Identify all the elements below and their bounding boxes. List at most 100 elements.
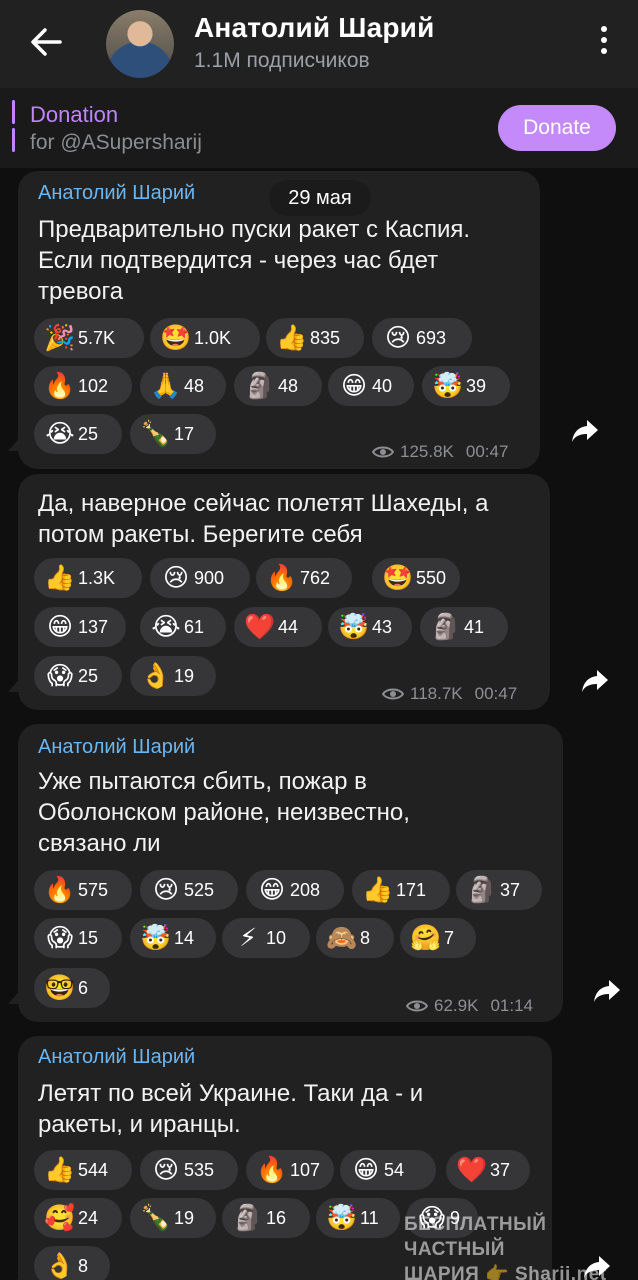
message-author[interactable]: Анатолий Шарий	[38, 736, 195, 759]
forward-share-icon[interactable]	[592, 978, 622, 1004]
reaction-chip[interactable]: 😢 525	[140, 870, 238, 910]
reaction-chip[interactable]: 🤩 1.0K	[150, 318, 260, 358]
view-count: 118.7K	[410, 684, 463, 703]
reaction-emoji-icon: 🤩	[382, 563, 414, 592]
reaction-count: 208	[290, 879, 321, 900]
pinned-subtitle: for @ASupersharij	[30, 131, 202, 154]
back-arrow-icon[interactable]	[28, 24, 64, 60]
reaction-count: 61	[184, 616, 205, 637]
reaction-emoji-icon: 😢	[152, 1155, 180, 1184]
message-text-line: Если подтвердится - через час бдет	[38, 247, 439, 274]
reaction-emoji-icon: 🙏	[150, 371, 182, 400]
reaction-chip[interactable]: 🗿 48	[234, 366, 322, 406]
reaction-chip[interactable]: 😁 137	[34, 607, 126, 647]
reaction-chip[interactable]: 👌 8	[34, 1246, 110, 1280]
reaction-chip[interactable]: 🗿 41	[420, 607, 508, 647]
message-time: 00:47	[474, 684, 518, 703]
message-author[interactable]: Анатолий Шарий	[38, 182, 195, 205]
reaction-chip[interactable]: 🗿 37	[456, 870, 542, 910]
reaction-chip[interactable]: 😢 693	[372, 318, 472, 358]
reaction-chip[interactable]: 😢 900	[150, 558, 250, 598]
reaction-chip[interactable]: 🤯 14	[130, 918, 216, 958]
reaction-count: 15	[78, 927, 99, 948]
more-menu-icon[interactable]	[600, 26, 608, 58]
reaction-chip[interactable]: 😭 61	[140, 607, 226, 647]
reaction-count: 7	[444, 927, 455, 948]
message-meta: 62.9K 01:14	[406, 996, 533, 1016]
reaction-chip[interactable]: 😱 15	[34, 918, 122, 958]
message-text-line: Оболонском районе, неизвестно,	[38, 799, 410, 826]
reaction-chip[interactable]: ❤️ 44	[234, 607, 322, 647]
reaction-count: 48	[278, 375, 299, 396]
reaction-emoji-icon: 🍾	[140, 419, 172, 448]
reaction-chip[interactable]: ⚡ 10	[222, 918, 310, 958]
views-eye-icon	[406, 1000, 428, 1012]
reaction-chip[interactable]: 🤯 43	[328, 607, 412, 647]
bubble-tail	[8, 433, 24, 451]
donate-button[interactable]: Donate	[498, 105, 616, 151]
reaction-chip[interactable]: 👍 544	[34, 1150, 132, 1190]
reaction-count: 48	[184, 375, 205, 396]
reaction-count: 693	[416, 327, 447, 348]
message-time: 00:47	[465, 442, 509, 461]
reaction-count: 1.0K	[194, 327, 232, 348]
reaction-emoji-icon: 🗿	[466, 875, 498, 904]
reaction-chip[interactable]: 🔥 102	[34, 366, 132, 406]
reaction-chip[interactable]: 😁 40	[328, 366, 414, 406]
reaction-chip[interactable]: 🤩 550	[372, 558, 460, 598]
reaction-emoji-icon: 👌	[44, 1251, 76, 1280]
reaction-chip[interactable]: 🤓 6	[34, 968, 110, 1008]
reaction-chip[interactable]: 👍 1.3K	[34, 558, 142, 598]
reaction-chip[interactable]: 🙏 48	[140, 366, 226, 406]
reaction-count: 44	[278, 616, 299, 637]
reaction-count: 17	[174, 423, 195, 444]
reaction-chip[interactable]: 🤗 7	[400, 918, 476, 958]
reaction-count: 525	[184, 879, 215, 900]
reaction-chip[interactable]: 🤯 11	[316, 1198, 400, 1238]
reaction-chip[interactable]: 👍 835	[266, 318, 364, 358]
reaction-emoji-icon: 🥰	[44, 1203, 76, 1232]
reaction-emoji-icon: 🔥	[44, 371, 76, 400]
reaction-count: 171	[396, 879, 427, 900]
reaction-chip[interactable]: 🍾 17	[130, 414, 216, 454]
reaction-chip[interactable]: 🙈 8	[316, 918, 394, 958]
forward-share-icon[interactable]	[580, 668, 610, 694]
reaction-count: 54	[384, 1159, 405, 1180]
reaction-chip[interactable]: 🎉 5.7K	[34, 318, 144, 358]
reaction-chip[interactable]: 😭 25	[34, 414, 122, 454]
message-text-line: Да, наверное сейчас полетят Шахеды, а	[38, 490, 489, 517]
reaction-chip[interactable]: 🔥 107	[246, 1150, 334, 1190]
reaction-count: 107	[290, 1159, 321, 1180]
message-text-line: Уже пытаются сбить, пожар в	[38, 768, 367, 795]
message-meta: 125.8K 00:47	[372, 442, 508, 462]
watermark: БЕСПЛАТНЫЙ ЧАСТНЫЙ ШАРИЯ 👉 Sharij.net	[404, 1212, 638, 1280]
watermark-line-1: БЕСПЛАТНЫЙ ЧАСТНЫЙ	[404, 1214, 547, 1260]
views-eye-icon	[382, 688, 404, 700]
reaction-chip[interactable]: 🔥 762	[256, 558, 352, 598]
message-text-line: Предварительно пуски ракет с Каспия.	[38, 216, 471, 243]
reaction-emoji-icon: 🤯	[432, 371, 464, 400]
reaction-emoji-icon: 🤯	[338, 612, 370, 641]
reaction-chip[interactable]: 🗿 16	[222, 1198, 310, 1238]
forward-share-icon[interactable]	[570, 418, 600, 444]
message-text-line: тревога	[38, 278, 124, 305]
channel-title[interactable]: Анатолий Шарий	[194, 12, 435, 44]
reaction-emoji-icon: ❤️	[244, 612, 276, 641]
reaction-chip[interactable]: 🥰 24	[34, 1198, 122, 1238]
reaction-chip[interactable]: 🤯 39	[422, 366, 510, 406]
reaction-chip[interactable]: 🍾 19	[130, 1198, 216, 1238]
reaction-chip[interactable]: 😱 25	[34, 656, 122, 696]
reaction-count: 41	[464, 616, 485, 637]
reaction-chip[interactable]: 😁 54	[340, 1150, 436, 1190]
reaction-emoji-icon: 😭	[151, 612, 181, 641]
message-time: 01:14	[490, 996, 533, 1015]
reaction-chip[interactable]: 😁 208	[246, 870, 344, 910]
reaction-emoji-icon: 🗿	[430, 612, 462, 641]
reaction-chip[interactable]: 👌 19	[130, 656, 216, 696]
reaction-chip[interactable]: 😢 535	[140, 1150, 238, 1190]
channel-avatar[interactable]	[106, 10, 174, 78]
reaction-chip[interactable]: ❤️ 37	[446, 1150, 530, 1190]
reaction-chip[interactable]: 👍 171	[352, 870, 450, 910]
reaction-chip[interactable]: 🔥 575	[34, 870, 132, 910]
message-author[interactable]: Анатолий Шарий	[38, 1046, 195, 1069]
